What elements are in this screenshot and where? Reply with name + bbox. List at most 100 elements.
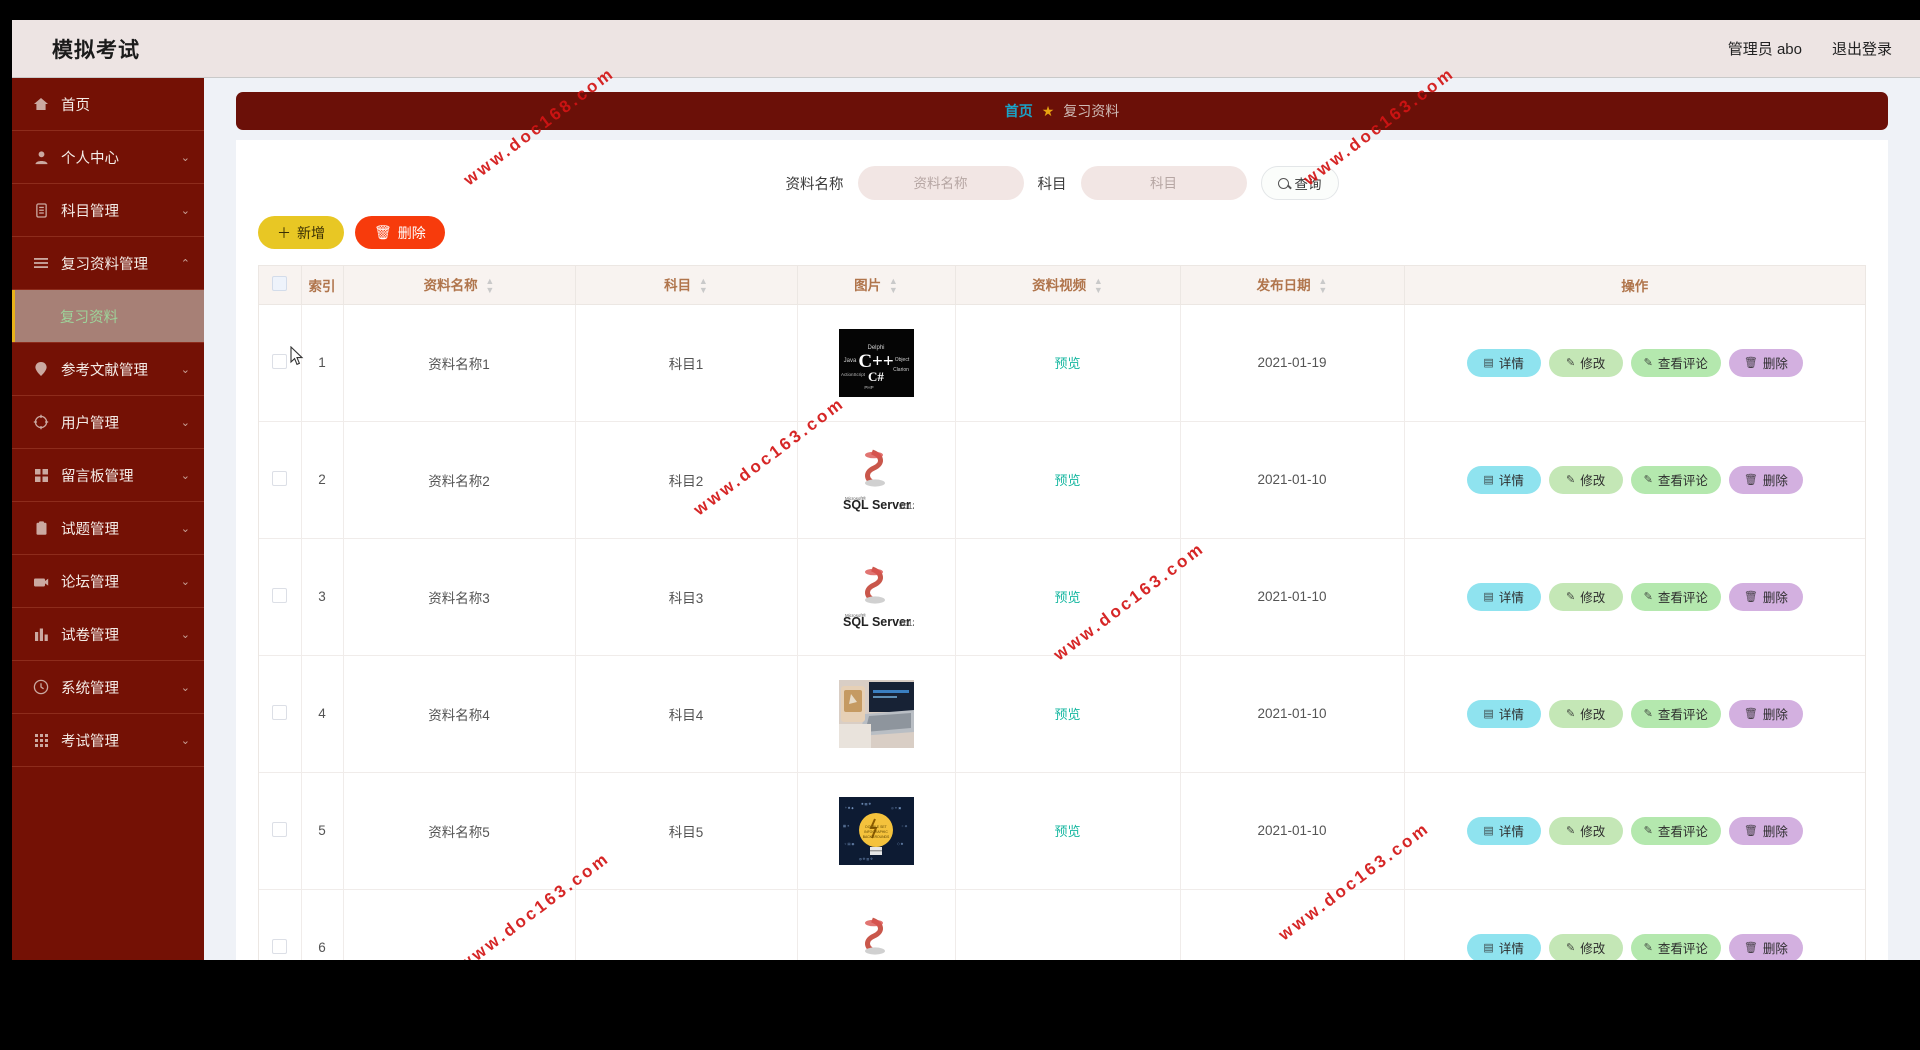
row-detail-button[interactable]: ▤ 详情	[1466, 348, 1541, 377]
material-thumbnail-sqlserver[interactable]: Microsoft®SQL Server2012	[838, 562, 917, 631]
row-comment-button[interactable]: ✎ 查看评论	[1630, 816, 1721, 845]
apps-icon	[32, 731, 50, 749]
table-header-row: 索引 资料名称 ▲ ▼ 科目 ▲ ▼ 图片 ▲ ▼ 资料视频 ▲ ▼ 发布日期 …	[259, 266, 1865, 305]
row-detail-label: 详情	[1498, 825, 1524, 839]
material-thumbnail-lightbulb[interactable]: DOUBLE SET INFOGRAPHIC BACKGROUNDS + ✱ ◆ ◎ ✦…	[838, 796, 914, 865]
row-detail-button[interactable]: ▤ 详情	[1466, 699, 1541, 728]
table-row[interactable]: 1 资料名称1 科目1 C++ C# Delphi Java Object Clarion Act…	[259, 304, 1865, 422]
sidebar-item-user-mgmt[interactable]: 用户管理 ⌄	[12, 396, 204, 449]
material-thumbnail-laptop[interactable]	[838, 679, 914, 748]
row-detail-button[interactable]: ▤ 详情	[1466, 816, 1541, 845]
sidebar-item-forum-mgmt[interactable]: 论坛管理 ⌄	[12, 555, 204, 608]
sort-icon[interactable]: ▲ ▼	[485, 277, 494, 295]
svg-text:▦ ✶: ▦ ✶	[843, 824, 850, 828]
row-checkbox[interactable]	[272, 704, 288, 720]
sort-icon[interactable]: ▲ ▼	[1094, 277, 1103, 295]
row-action-group: ▤ 详情 ✎ 修改 ✎ 查看评论 🗑 删除	[1406, 465, 1865, 494]
sidebar-item-system-mgmt[interactable]: 系统管理 ⌄	[12, 661, 204, 714]
col-video[interactable]: 资料视频 ▲ ▼	[955, 266, 1181, 305]
grid-icon	[32, 466, 50, 484]
table-row[interactable]: 3资料名称3科目3 Microsoft®SQL Server2012 预览 2021-…	[259, 538, 1865, 656]
sidebar-item-label: 考试管理	[61, 733, 119, 750]
row-checkbox[interactable]	[272, 938, 288, 954]
row-comment-button[interactable]: ✎ 查看评论	[1630, 348, 1721, 377]
sort-icon[interactable]: ▲ ▼	[699, 277, 708, 295]
table-head: 索引 资料名称 ▲ ▼ 科目 ▲ ▼ 图片 ▲ ▼ 资料视频 ▲ ▼ 发布日期 …	[259, 266, 1865, 305]
chart-icon	[32, 625, 50, 643]
row-comment-button[interactable]: ✎ 查看评论	[1630, 465, 1721, 494]
col-name[interactable]: 资料名称 ▲ ▼	[343, 266, 576, 305]
svg-text:+ ✱ ◆: + ✱ ◆	[845, 806, 854, 810]
row-edit-button[interactable]: ✎ 修改	[1548, 933, 1623, 960]
row-delete-button[interactable]: 🗑 删除	[1728, 465, 1803, 494]
batch-delete-button[interactable]: 🗑 删除	[355, 216, 445, 249]
row-detail-button[interactable]: ▤ 详情	[1466, 465, 1541, 494]
pencil-icon: ✎	[1566, 942, 1576, 954]
add-button[interactable]: ＋ 新增	[258, 216, 344, 249]
list-icon	[32, 254, 50, 272]
material-name-input[interactable]	[857, 166, 1024, 200]
sidebar-item-exam-mgmt[interactable]: 考试管理 ⌄	[12, 714, 204, 767]
row-edit-button[interactable]: ✎ 修改	[1548, 816, 1623, 845]
row-checkbox[interactable]	[272, 587, 288, 603]
sidebar-item-home[interactable]: 首页	[12, 78, 204, 131]
select-all-checkbox[interactable]	[272, 275, 288, 291]
row-checkbox[interactable]	[272, 353, 288, 369]
material-thumbnail-sqlserver[interactable]: Microsoft®SQL Server2012	[838, 913, 914, 960]
search-button[interactable]: 查询	[1260, 166, 1339, 200]
sidebar-item-review-material-mgmt[interactable]: 复习资料管理 ⌃	[12, 237, 204, 290]
row-index-cell: 6	[301, 889, 344, 960]
row-checkbox[interactable]	[272, 821, 288, 837]
video-preview-link[interactable]: 预览	[1054, 824, 1080, 839]
table-row[interactable]: 5 资料名称5 科目5 DOUBLE SET INFOGRAPHIC BACKGROUND…	[259, 772, 1865, 890]
row-detail-button[interactable]: ▤ 详情	[1466, 582, 1541, 611]
row-checkbox[interactable]	[272, 470, 288, 486]
svg-text:INFOGRAPHIC: INFOGRAPHIC	[864, 830, 888, 834]
row-comment-button[interactable]: ✎ 查看评论	[1630, 933, 1721, 960]
col-image[interactable]: 图片 ▲ ▼	[797, 266, 956, 305]
col-subject[interactable]: 科目 ▲ ▼	[575, 266, 798, 305]
row-edit-button[interactable]: ✎ 修改	[1548, 348, 1623, 377]
sidebar-item-reference-mgmt[interactable]: 参考文献管理 ⌄	[12, 343, 204, 396]
table-row[interactable]: 6 Microsoft®SQL Server2012 ▤ 详情 ✎ 修改 ✎ 查看评论 🗑 删除	[259, 889, 1865, 960]
row-delete-button[interactable]: 🗑 删除	[1728, 582, 1803, 611]
row-edit-button[interactable]: ✎ 修改	[1548, 465, 1623, 494]
material-thumbnail-cpp[interactable]: C++ C# Delphi Java Object Clarion ActionScript…	[838, 328, 914, 397]
main-content: 首页 ★ 复习资料 资料名称 科目 查询 ＋ 新增	[204, 78, 1920, 960]
row-comment-button[interactable]: ✎ 查看评论	[1630, 699, 1721, 728]
breadcrumb-home-link[interactable]: 首页	[1005, 101, 1033, 121]
material-thumbnail-sqlserver[interactable]: Microsoft®SQL Server2012	[838, 445, 917, 514]
table-row[interactable]: 2资料名称2科目2 Microsoft®SQL Server2012 预览 2021-…	[259, 421, 1865, 539]
material-name-filter-label: 资料名称	[785, 176, 844, 193]
select-all-header	[259, 266, 302, 305]
sidebar-item-personal-center[interactable]: 个人中心 ⌄	[12, 131, 204, 184]
sidebar-item-exam-paper-mgmt[interactable]: 试卷管理 ⌄	[12, 608, 204, 661]
video-preview-link[interactable]: 预览	[1054, 473, 1080, 488]
row-edit-button[interactable]: ✎ 修改	[1548, 699, 1623, 728]
table-row[interactable]: 4 资料名称4 科目4 预览 2021-01-10 ▤ 详情 ✎ 修改 ✎ 查看评论 🗑 删除	[259, 655, 1865, 773]
sort-icon[interactable]: ▲ ▼	[1318, 277, 1327, 295]
logout-button[interactable]: 退出登录	[1832, 38, 1892, 59]
subject-input[interactable]	[1080, 166, 1247, 200]
sidebar-item-subject-mgmt[interactable]: 科目管理 ⌄	[12, 184, 204, 237]
row-delete-label: 删除	[1762, 474, 1788, 488]
breadcrumb-current: 复习资料	[1063, 103, 1120, 119]
video-preview-link[interactable]: 预览	[1054, 356, 1080, 371]
col-name-label: 资料名称	[423, 278, 478, 294]
row-delete-button[interactable]: 🗑 删除	[1728, 699, 1803, 728]
trash-icon: 🗑	[1743, 825, 1758, 837]
video-preview-link[interactable]: 预览	[1054, 590, 1080, 605]
video-preview-link[interactable]: 预览	[1054, 707, 1080, 722]
row-edit-button[interactable]: ✎ 修改	[1548, 582, 1623, 611]
sidebar-item-review-material[interactable]: 复习资料	[12, 290, 204, 343]
row-detail-button[interactable]: ▤ 详情	[1466, 933, 1541, 960]
row-comment-button[interactable]: ✎ 查看评论	[1630, 582, 1721, 611]
col-date[interactable]: 发布日期 ▲ ▼	[1180, 266, 1405, 305]
row-delete-button[interactable]: 🗑 删除	[1728, 348, 1803, 377]
row-delete-button[interactable]: 🗑 删除	[1728, 816, 1803, 845]
row-delete-button[interactable]: 🗑 删除	[1728, 933, 1803, 960]
sidebar-item-message-board-mgmt[interactable]: 留言板管理 ⌄	[12, 449, 204, 502]
sort-icon[interactable]: ▲ ▼	[889, 277, 898, 295]
sidebar-item-question-mgmt[interactable]: 试题管理 ⌄	[12, 502, 204, 555]
chevron-down-icon: ⌄	[180, 416, 190, 429]
